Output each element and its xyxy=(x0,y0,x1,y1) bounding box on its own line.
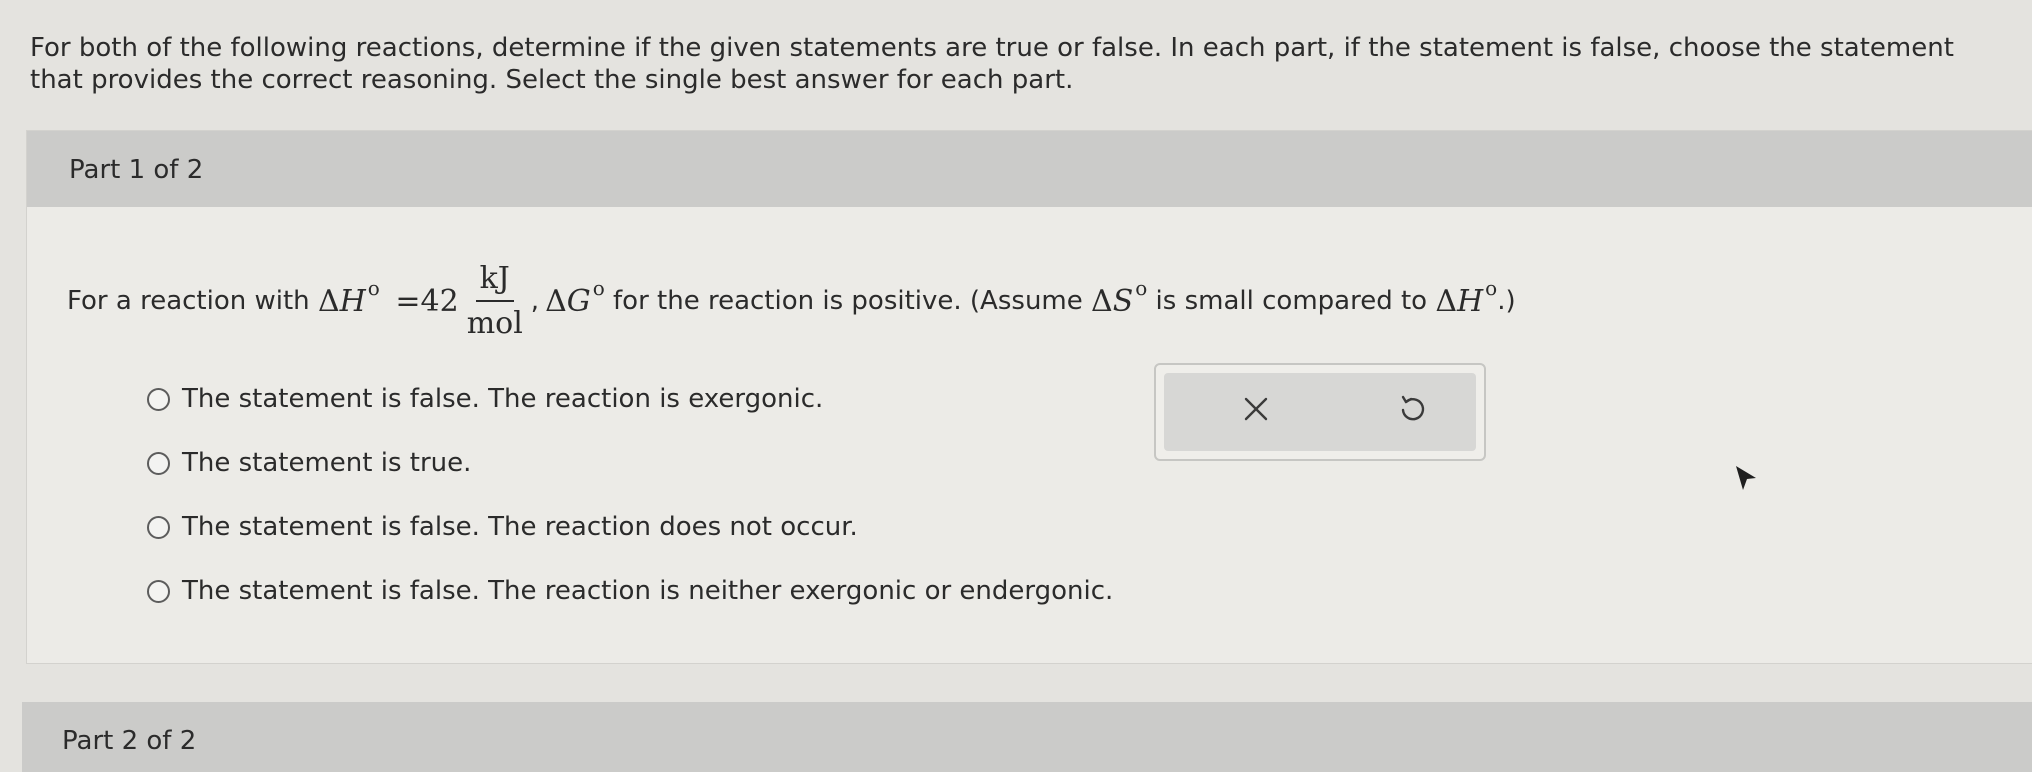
entropy-symbol: S xyxy=(1112,283,1134,319)
radio-button[interactable] xyxy=(147,387,170,411)
radio-button[interactable] xyxy=(147,451,170,475)
delta-h-expression-2: ΔH o xyxy=(1435,276,1497,319)
delta-symbol: Δ xyxy=(545,283,567,319)
delta-symbol: Δ xyxy=(1091,283,1113,319)
option-exergonic[interactable]: The statement is false. The reaction is … xyxy=(147,367,1113,431)
question-statement: For a reaction with ΔH o =42 kJ mol , ΔG o… xyxy=(67,249,1516,353)
unit-numerator: kJ xyxy=(475,261,514,302)
undo-icon xyxy=(1401,395,1425,421)
question-end: .) xyxy=(1497,286,1516,316)
option-label: The statement is false. The reaction doe… xyxy=(182,512,858,542)
option-label: The statement is false. The reaction is … xyxy=(182,384,824,414)
mouse-cursor-icon xyxy=(1736,466,1756,490)
part-1-panel: Part 1 of 2 For a reaction with ΔH o =42 … xyxy=(26,130,2032,664)
option-label: The statement is true. xyxy=(182,448,472,478)
answer-action-box xyxy=(1154,363,1486,461)
undo-button[interactable] xyxy=(1392,389,1432,429)
question-middle-2: is small compared to xyxy=(1147,286,1436,316)
enthalpy-value: =42 xyxy=(395,283,459,319)
unit-denominator: mol xyxy=(466,306,523,341)
x-icon xyxy=(1244,397,1268,421)
delta-h-expression: ΔH o =42 xyxy=(317,276,459,319)
part-1-label: Part 1 of 2 xyxy=(69,155,204,185)
option-does-not-occur[interactable]: The statement is false. The reaction doe… xyxy=(147,495,1113,559)
delta-s-expression: ΔS o xyxy=(1091,276,1147,319)
action-toolbar xyxy=(1164,373,1476,451)
comma: , xyxy=(530,286,540,316)
degree-symbol: o xyxy=(1135,275,1148,300)
question-prefix: For a reaction with xyxy=(67,286,318,316)
enthalpy-symbol: H xyxy=(339,283,366,319)
option-neither[interactable]: The statement is false. The reaction is … xyxy=(147,559,1113,623)
degree-symbol: o xyxy=(592,275,605,300)
enthalpy-symbol: H xyxy=(1457,283,1484,319)
radio-button[interactable] xyxy=(147,515,170,539)
degree-symbol: o xyxy=(367,275,380,300)
degree-symbol: o xyxy=(1485,275,1498,300)
answer-options: The statement is false. The reaction is … xyxy=(147,367,1113,623)
delta-symbol: Δ xyxy=(317,283,340,319)
part-1-header: Part 1 of 2 xyxy=(27,131,2032,207)
clear-button[interactable] xyxy=(1236,389,1276,429)
question-middle: for the reaction is positive. (Assume xyxy=(604,286,1092,316)
radio-button[interactable] xyxy=(147,579,170,603)
unit-fraction: kJ mol xyxy=(463,261,527,341)
option-label: The statement is false. The reaction is … xyxy=(182,576,1114,606)
part-2-header[interactable]: Part 2 of 2 xyxy=(22,702,2032,772)
gibbs-symbol: G xyxy=(566,283,591,319)
part-2-label: Part 2 of 2 xyxy=(62,726,197,756)
delta-g-expression: ΔG o xyxy=(545,276,605,319)
option-true[interactable]: The statement is true. xyxy=(147,431,1113,495)
delta-symbol: Δ xyxy=(1435,283,1457,319)
instructions-text: For both of the following reactions, det… xyxy=(30,33,1954,95)
